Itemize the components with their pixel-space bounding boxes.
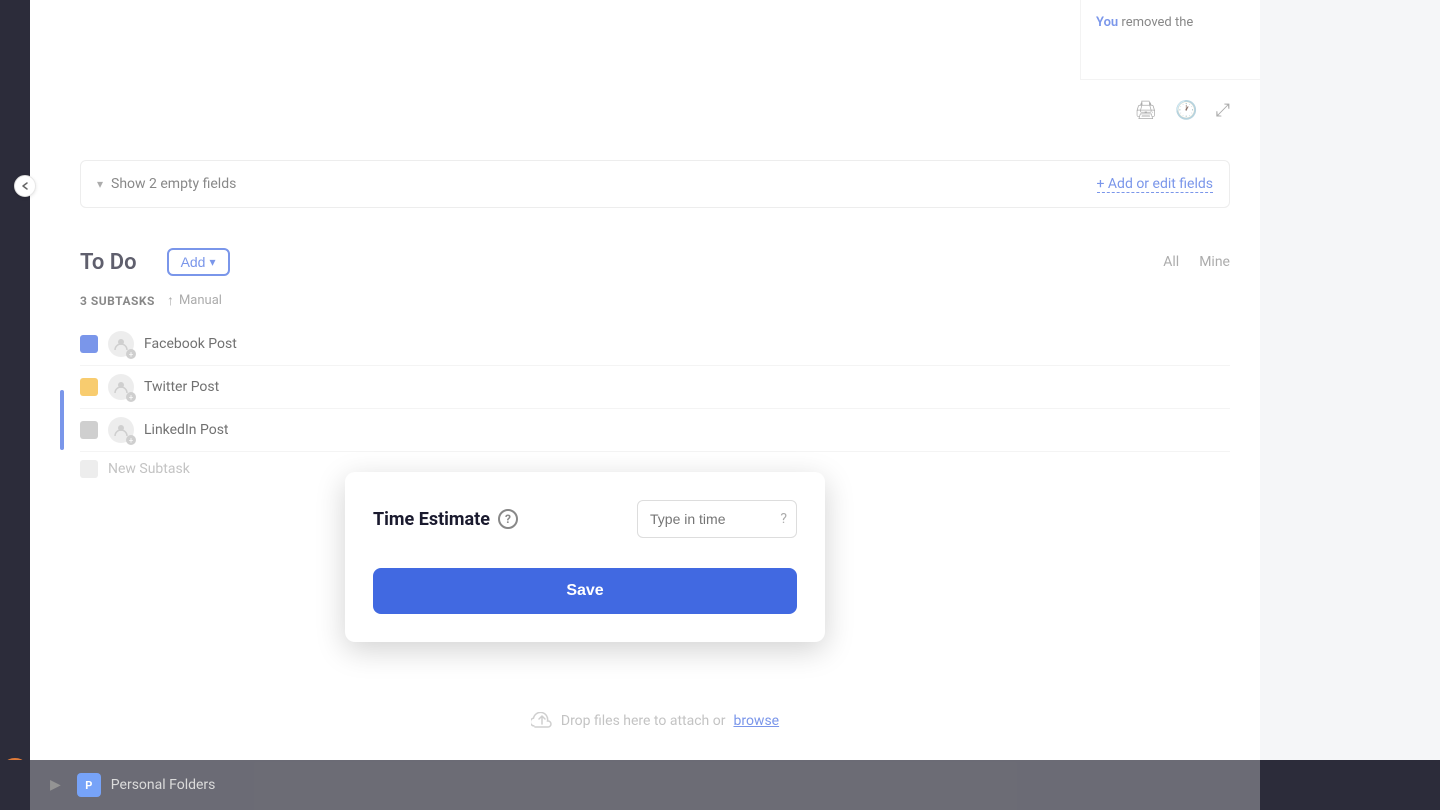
time-estimate-modal: Time Estimate ? ? Save [345,472,825,642]
title-help-icon[interactable]: ? [498,509,518,529]
modal-title: Time Estimate [373,509,490,530]
modal-overlay [30,0,1260,810]
sidebar: D [0,0,30,810]
save-button[interactable]: Save [373,568,797,614]
input-help-icon[interactable]: ? [780,511,787,527]
time-estimate-input[interactable] [637,500,797,538]
